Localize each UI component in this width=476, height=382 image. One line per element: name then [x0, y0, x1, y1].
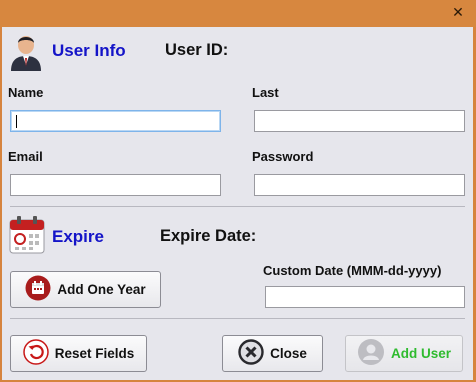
section-divider-bottom: [10, 318, 465, 319]
window-close-button[interactable]: ✕: [448, 3, 468, 23]
calendar-icon: [9, 216, 45, 254]
calendar-circle-icon: [25, 275, 51, 304]
custom-date-input[interactable]: [265, 286, 465, 308]
last-label: Last: [252, 85, 279, 100]
custom-date-label: Custom Date (MMM-dd-yyyy): [263, 263, 442, 278]
reset-icon: [22, 339, 49, 368]
add-user-label: Add User: [390, 346, 451, 361]
reset-fields-label: Reset Fields: [54, 346, 135, 361]
expire-title: Expire: [52, 227, 104, 246]
add-user-window: ✕ User Info User ID: Name Last Email Pas…: [0, 0, 476, 382]
reset-fields-button[interactable]: Reset Fields: [10, 335, 147, 372]
text-caret: [16, 115, 17, 128]
last-input[interactable]: [254, 110, 465, 132]
add-one-year-button[interactable]: Add One Year: [10, 271, 161, 308]
expire-date-label: Expire Date:: [160, 227, 257, 245]
user-info-title: User Info: [52, 41, 126, 60]
close-circle-icon: [238, 339, 264, 368]
close-button[interactable]: Close: [222, 335, 323, 372]
close-label: Close: [270, 346, 307, 361]
password-label: Password: [252, 149, 314, 164]
add-user-icon: [357, 338, 385, 369]
name-label: Name: [8, 85, 44, 100]
user-avatar-icon: [8, 31, 44, 71]
email-label: Email: [8, 149, 43, 164]
add-one-year-label: Add One Year: [57, 282, 146, 297]
add-user-button[interactable]: Add User: [345, 335, 463, 372]
password-input[interactable]: [254, 174, 465, 196]
email-input[interactable]: [10, 174, 221, 196]
section-divider-top: [10, 206, 465, 207]
form-panel: User Info User ID: Name Last Email Passw…: [2, 27, 473, 380]
title-bar: ✕: [0, 0, 476, 27]
name-input[interactable]: [10, 110, 221, 132]
user-id-label: User ID:: [165, 41, 229, 59]
